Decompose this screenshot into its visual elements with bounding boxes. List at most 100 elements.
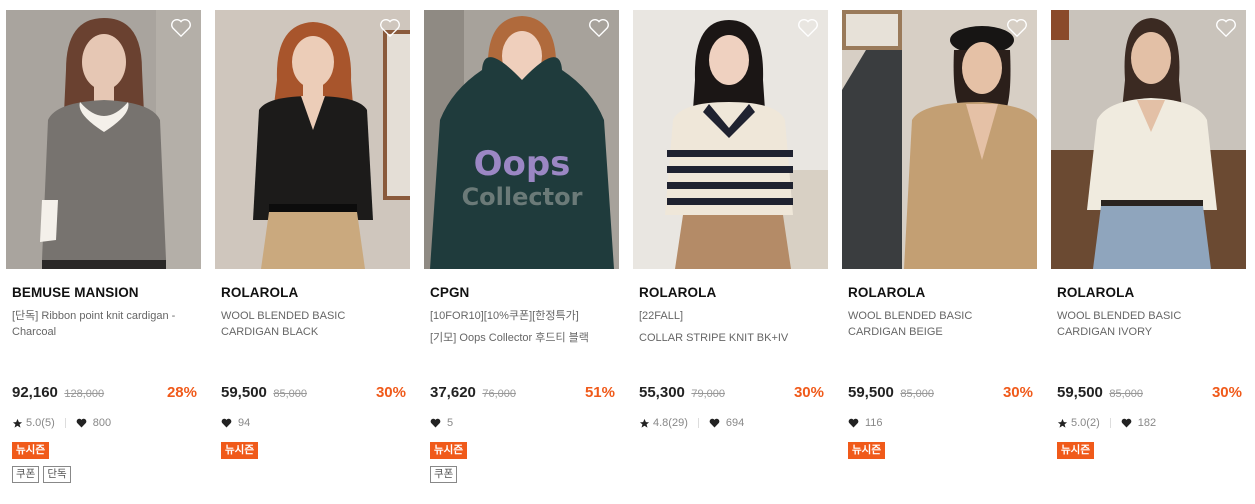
product-name[interactable]: WOOL BLENDED BASIC CARDIGAN BLACK	[221, 308, 406, 346]
sale-price: 92,160	[12, 384, 58, 401]
product-name[interactable]: [단독] Ribbon point knit cardigan - Charco…	[12, 308, 197, 346]
star-icon	[639, 418, 650, 428]
new-season-badge: 뉴시즌	[848, 442, 885, 459]
print-text-oops: Oops	[474, 144, 571, 184]
product-name[interactable]: [10FOR10][10%쿠폰][한정특가] [기모] Oops Collect…	[430, 308, 615, 352]
product-card[interactable]: ROLAROLA WOOL BLENDED BASIC CARDIGAN BLA…	[215, 10, 410, 500]
new-season-badge: 뉴시즌	[12, 442, 49, 459]
product-photo	[842, 10, 1037, 269]
divider	[1109, 418, 1111, 428]
brand-name[interactable]: ROLAROLA	[639, 285, 716, 300]
original-price: 76,000	[482, 388, 516, 400]
rating-text: 5.0(2)	[1071, 417, 1100, 429]
original-price: 85,000	[1109, 388, 1143, 400]
product-card[interactable]: ROLAROLA [22FALL] COLLAR STRIPE KNIT BK+…	[633, 10, 828, 500]
new-season-badge: 뉴시즌	[221, 442, 258, 459]
product-name-line: COLLAR STRIPE KNIT BK+IV	[639, 332, 789, 344]
product-name[interactable]: WOOL BLENDED BASIC CARDIGAN IVORY	[1057, 308, 1242, 346]
heart-icon[interactable]	[1006, 18, 1028, 38]
price-row: 59,500 85,000 30%	[1057, 384, 1242, 404]
product-image[interactable]: Oops Collector	[424, 10, 619, 269]
new-season-badge: 뉴시즌	[1057, 442, 1094, 459]
product-image[interactable]	[215, 10, 410, 269]
price-row: 55,300 79,000 30%	[639, 384, 824, 404]
like-count: 116	[865, 417, 883, 429]
product-image[interactable]	[6, 10, 201, 269]
sale-price: 55,300	[639, 384, 685, 401]
star-icon	[1057, 418, 1068, 428]
print-text-collector: Collector	[462, 183, 583, 211]
product-name-line: WOOL BLENDED BASIC CARDIGAN BEIGE	[848, 310, 973, 338]
heart-filled-icon	[221, 418, 232, 428]
brand-name[interactable]: ROLAROLA	[848, 285, 925, 300]
product-name[interactable]: [22FALL] COLLAR STRIPE KNIT BK+IV	[639, 308, 824, 352]
product-image[interactable]	[1051, 10, 1246, 269]
review-meta: 4.8(29) 694	[639, 417, 744, 429]
like-count: 182	[1137, 417, 1157, 429]
divider	[64, 418, 66, 428]
heart-icon[interactable]	[170, 18, 192, 38]
heart-icon[interactable]	[1215, 18, 1237, 38]
like-count: 94	[238, 417, 251, 429]
product-name-line: WOOL BLENDED BASIC CARDIGAN IVORY	[1057, 310, 1182, 338]
discount-rate: 51%	[584, 384, 615, 401]
sale-price: 37,620	[430, 384, 476, 401]
discount-rate: 30%	[1211, 384, 1242, 401]
rating-text: 5.0(5)	[26, 417, 55, 429]
like-count: 694	[725, 417, 745, 429]
product-photo	[6, 10, 201, 269]
product-photo	[215, 10, 410, 269]
original-price: 79,000	[691, 388, 725, 400]
product-photo: Oops Collector	[424, 10, 619, 269]
exclusive-tag: 단독	[43, 466, 71, 483]
brand-name[interactable]: ROLAROLA	[221, 285, 298, 300]
product-name-line: [22FALL]	[639, 310, 684, 322]
product-card[interactable]: BEMUSE MANSION [단독] Ribbon point knit ca…	[6, 10, 201, 500]
discount-rate: 30%	[1002, 384, 1033, 401]
heart-filled-icon	[76, 418, 87, 428]
product-name[interactable]: WOOL BLENDED BASIC CARDIGAN BEIGE	[848, 308, 1033, 346]
heart-filled-icon	[709, 418, 720, 428]
discount-rate: 28%	[166, 384, 197, 401]
star-icon	[12, 418, 23, 428]
new-season-badge: 뉴시즌	[430, 442, 467, 459]
product-card[interactable]: Oops Collector CPGN [10FOR10][10%쿠폰][한정특…	[424, 10, 619, 500]
sale-price: 59,500	[221, 384, 267, 401]
heart-icon[interactable]	[797, 18, 819, 38]
tag-list: 쿠폰 단독	[12, 466, 71, 483]
rating-text: 4.8(29)	[653, 417, 688, 429]
sale-price: 59,500	[848, 384, 894, 401]
product-name-line: WOOL BLENDED BASIC CARDIGAN BLACK	[221, 310, 346, 338]
heart-icon[interactable]	[379, 18, 401, 38]
review-meta: 5	[430, 417, 453, 429]
sale-price: 59,500	[1057, 384, 1103, 401]
review-meta: 5.0(2) 182	[1057, 417, 1156, 429]
product-name-line: [기모] Oops Collector 후드티 블랙	[430, 332, 589, 344]
price-row: 59,500 85,000 30%	[848, 384, 1033, 404]
coupon-tag: 쿠폰	[12, 466, 40, 483]
product-card[interactable]: ROLAROLA WOOL BLENDED BASIC CARDIGAN IVO…	[1051, 10, 1246, 500]
heart-icon[interactable]	[588, 18, 610, 38]
product-name-line: [단독] Ribbon point knit cardigan - Charco…	[12, 310, 176, 338]
product-name-line: [10FOR10][10%쿠폰][한정특가]	[430, 310, 579, 322]
brand-name[interactable]: BEMUSE MANSION	[12, 285, 139, 300]
price-row: 37,620 76,000 51%	[430, 384, 615, 404]
product-photo	[1051, 10, 1246, 269]
product-image[interactable]	[842, 10, 1037, 269]
original-price: 85,000	[273, 388, 307, 400]
tag-list: 쿠폰	[430, 466, 458, 483]
product-image[interactable]	[633, 10, 828, 269]
brand-name[interactable]: CPGN	[430, 285, 469, 300]
review-meta: 116	[848, 417, 883, 429]
heart-filled-icon	[1121, 418, 1132, 428]
brand-name[interactable]: ROLAROLA	[1057, 285, 1134, 300]
heart-filled-icon	[848, 418, 859, 428]
like-count: 800	[92, 417, 112, 429]
review-meta: 5.0(5) 800	[12, 417, 111, 429]
product-card[interactable]: ROLAROLA WOOL BLENDED BASIC CARDIGAN BEI…	[842, 10, 1037, 500]
product-photo	[633, 10, 828, 269]
original-price: 128,000	[64, 388, 105, 400]
discount-rate: 30%	[375, 384, 406, 401]
review-meta: 94	[221, 417, 250, 429]
divider	[697, 418, 699, 428]
